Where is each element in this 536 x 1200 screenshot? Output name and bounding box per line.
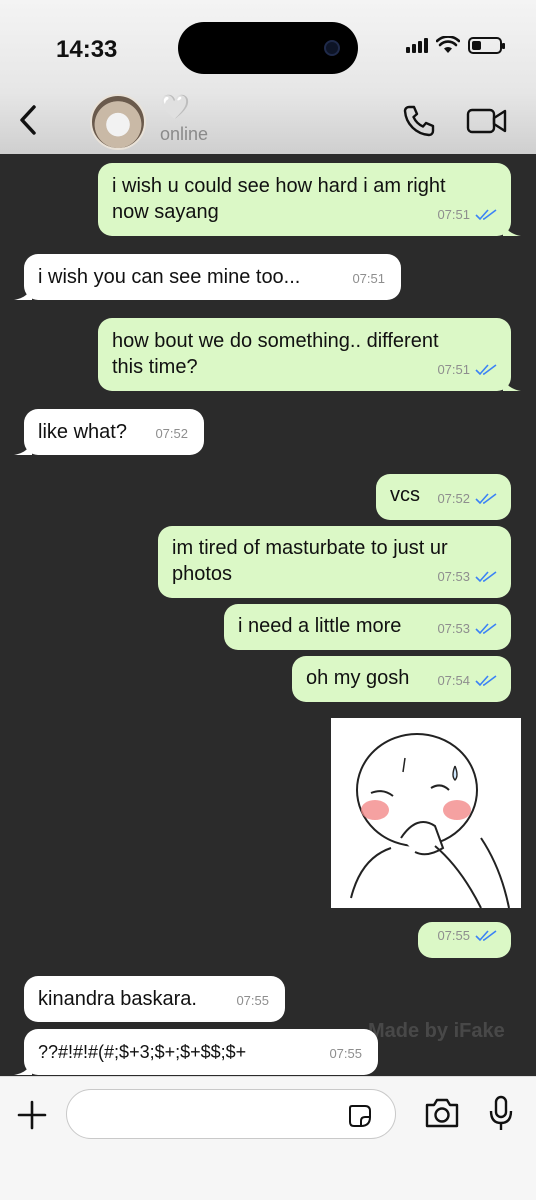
camera-icon[interactable] [424, 1097, 460, 1129]
message-time: 07:55 [437, 928, 470, 943]
sticker-image[interactable] [331, 718, 521, 908]
bubble-tail [503, 375, 521, 391]
message-time: 07:52 [437, 491, 470, 506]
message-time: 07:55 [329, 1046, 362, 1061]
sticker-icon[interactable] [348, 1104, 372, 1128]
front-camera-icon [324, 40, 340, 56]
bubble-tail [14, 284, 32, 300]
phone-icon[interactable] [402, 104, 436, 138]
message-meta: 07:55 [329, 1041, 362, 1067]
message-time: 07:54 [437, 673, 470, 688]
microphone-icon[interactable] [488, 1095, 514, 1133]
message-meta: 07:53 [437, 616, 497, 642]
message-bubble-outgoing[interactable]: how bout we do something.. different thi… [98, 318, 521, 391]
message-meta: 07:51 [437, 202, 497, 228]
video-camera-icon[interactable] [466, 106, 508, 136]
read-ticks-icon [475, 209, 497, 221]
message-text-line: how bout we do something.. different [112, 330, 439, 352]
message-time: 07:53 [437, 621, 470, 636]
watermark-text: Made by iFake [368, 1020, 505, 1042]
message-meta: 07:55 [236, 988, 269, 1014]
back-chevron-icon[interactable] [14, 102, 44, 138]
read-ticks-icon [475, 930, 497, 942]
read-ticks-icon [475, 571, 497, 583]
presence-status: online [160, 124, 209, 144]
message-meta: 07:51 [352, 266, 385, 292]
contact-avatar[interactable] [90, 94, 146, 150]
read-ticks-icon [475, 364, 497, 376]
message-bubble-outgoing[interactable]: im tired of masturbate to just ur photos… [158, 526, 511, 598]
message-text-line: im tired of masturbate to just ur [172, 537, 448, 559]
bubble-tail [503, 220, 521, 236]
bubble-tail [14, 1059, 32, 1075]
message-bubble-outgoing[interactable]: i need a little more 07:53 [224, 604, 511, 650]
status-time: 14:33 [56, 36, 118, 63]
signal-icon [406, 37, 428, 53]
message-time: 07:53 [437, 569, 470, 584]
read-ticks-icon [475, 623, 497, 635]
message-bubble-incoming[interactable]: ??#!#!#(#;$+3;$+;$+$$;$+ 07:55 [14, 1029, 378, 1075]
plus-icon[interactable] [16, 1099, 48, 1131]
message-meta: 07:52 [437, 486, 497, 512]
status-icons [406, 36, 505, 54]
message-bubble-incoming[interactable]: i wish you can see mine too... 07:51 [14, 254, 401, 300]
read-ticks-icon [475, 675, 497, 687]
read-ticks-icon [475, 493, 497, 505]
message-time: 07:55 [236, 993, 269, 1008]
message-bubble-outgoing[interactable]: i wish u could see how hard i am right n… [98, 163, 521, 236]
message-meta: 07:54 [437, 668, 497, 694]
battery-icon [468, 36, 505, 54]
dynamic-island [178, 22, 358, 74]
message-time: 07:51 [352, 271, 385, 286]
message-time: 07:52 [155, 426, 188, 441]
message-text-line: i wish you can see mine too... [38, 266, 301, 288]
message-text-line: ??#!#!#(#;$+3;$+;$+$$;$+ [38, 1042, 247, 1062]
message-bubble-incoming[interactable]: like what? 07:52 [14, 409, 204, 455]
message-text-line: i wish u could see how hard i am right [112, 175, 446, 197]
message-meta: 07:53 [437, 564, 497, 590]
message-bubble-outgoing[interactable]: oh my gosh 07:54 [292, 656, 511, 702]
message-meta: 07:51 [437, 357, 497, 383]
message-time: 07:51 [437, 362, 470, 377]
message-bubble-outgoing[interactable]: 07:55 [418, 922, 511, 958]
composer-bar [0, 1076, 536, 1200]
wifi-icon [436, 36, 460, 53]
message-bubble-outgoing[interactable]: vcs 07:52 [376, 474, 511, 520]
message-bubble-incoming[interactable]: kinandra baskara. 07:55 [24, 976, 285, 1022]
top-bar: 14:33 🤍 online [0, 0, 536, 154]
blushing-face-sticker [331, 718, 521, 908]
message-meta: 07:52 [155, 421, 188, 447]
message-meta: 07:55 [437, 923, 497, 949]
bubble-tail [14, 439, 32, 455]
message-time: 07:51 [437, 207, 470, 222]
contact-name[interactable]: 🤍 [160, 96, 190, 120]
message-input[interactable] [66, 1089, 396, 1139]
